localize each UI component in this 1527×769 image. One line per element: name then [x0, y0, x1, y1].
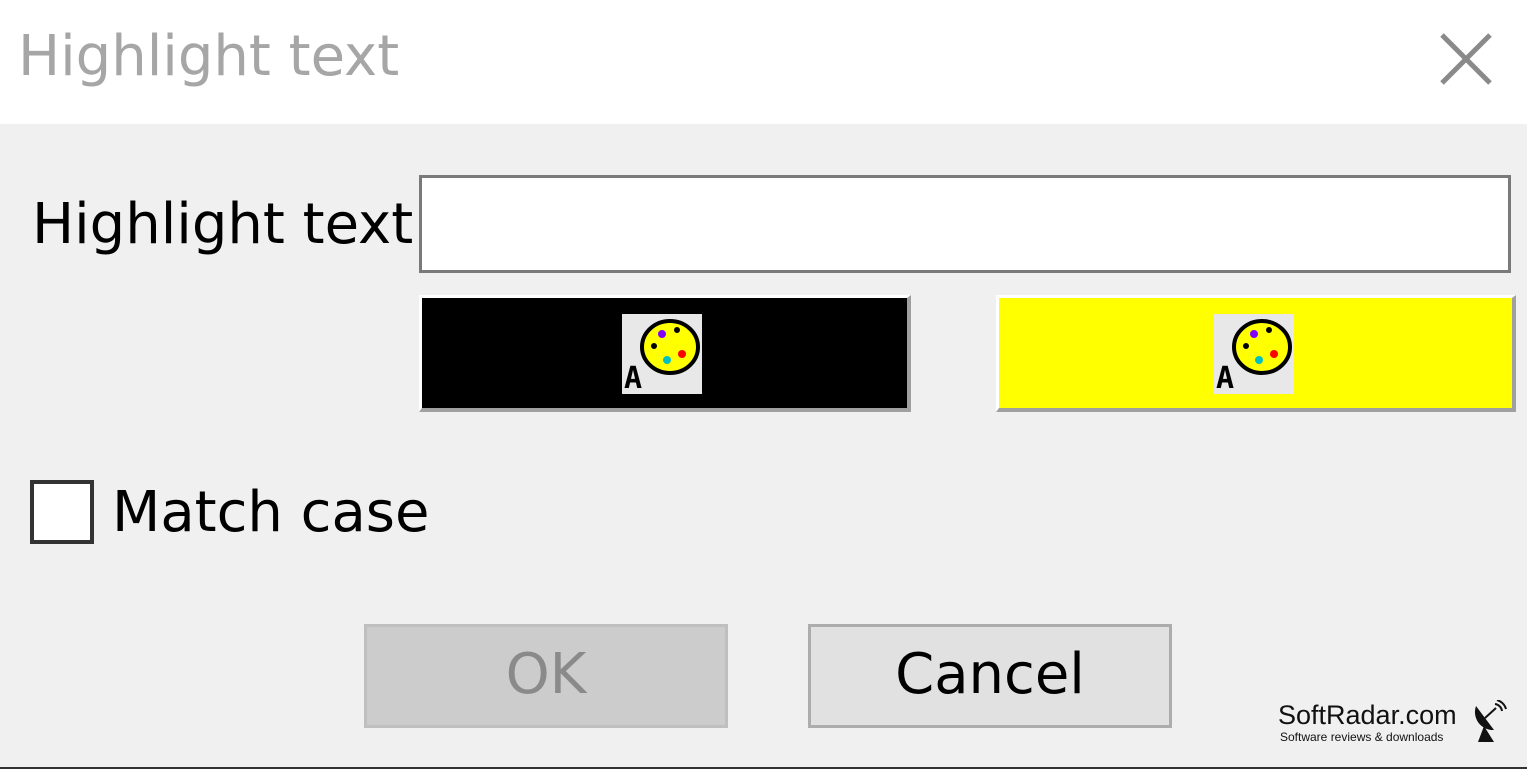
svg-text:A: A: [624, 361, 642, 394]
ok-button[interactable]: OK: [364, 624, 728, 728]
close-icon[interactable]: [1430, 25, 1502, 97]
highlight-text-input[interactable]: [419, 175, 1511, 273]
title-bar: Highlight text: [0, 0, 1527, 124]
highlight-text-label: Highlight text:: [32, 192, 433, 257]
match-case-label[interactable]: Match case: [112, 478, 429, 548]
palette-icon: A: [1214, 314, 1294, 394]
highlight-text-dialog: Highlight text Highlight text: A A Match…: [0, 0, 1527, 769]
window-title: Highlight text: [18, 24, 400, 89]
foreground-color-button[interactable]: A: [419, 295, 911, 412]
cancel-button[interactable]: Cancel: [808, 624, 1172, 728]
softradar-watermark: SoftRadar.com Software reviews & downloa…: [1278, 700, 1518, 750]
svg-text:A: A: [1216, 361, 1234, 394]
watermark-name: SoftRadar.com: [1278, 700, 1457, 730]
background-color-button[interactable]: A: [996, 295, 1516, 412]
satellite-dish-icon: [1474, 700, 1507, 742]
match-case-checkbox[interactable]: [30, 480, 94, 544]
watermark-tagline: Software reviews & downloads: [1280, 730, 1444, 744]
palette-icon: A: [622, 314, 702, 394]
